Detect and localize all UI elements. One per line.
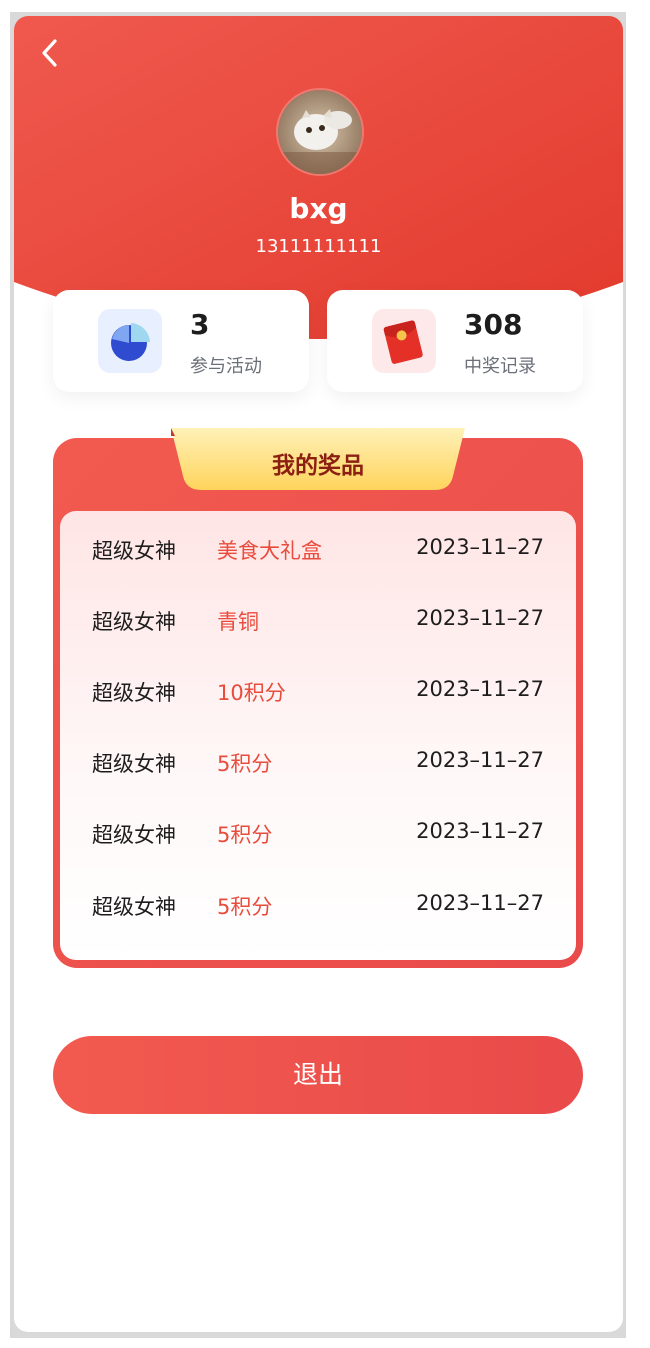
prize-date: 2023–11–27 [416,677,544,701]
prize-title: 我的奖品 [272,453,364,479]
prize-date: 2023–11–27 [416,535,544,559]
prize-name: 10积分 [217,681,286,705]
prize-date: 2023–11–27 [416,819,544,843]
prize-source: 超级女神 [92,823,176,847]
username: bxg [289,192,348,225]
prize-name: 5积分 [217,823,273,847]
list-item: 超级女神 5积分 2023–11–27 [60,742,576,782]
prize-source: 超级女神 [92,752,176,776]
list-item: 超级女神 5积分 2023–11–27 [60,885,576,925]
prize-panel: 我的奖品 超级女神 美食大礼盒 2023–11–27 超级女神 青铜 2023–… [53,428,583,968]
avatar [276,88,364,176]
prize-source: 超级女神 [92,895,176,919]
prize-source: 超级女神 [92,539,176,563]
prize-name: 青铜 [217,610,259,634]
red-envelope-icon [372,309,436,373]
wins-label: 中奖记录 [464,356,536,377]
prize-source: 超级女神 [92,681,176,705]
logout-button[interactable]: 退出 [53,1036,583,1114]
activities-label: 参与活动 [190,356,262,377]
prize-name: 5积分 [217,752,273,776]
list-item: 超级女神 青铜 2023–11–27 [60,600,576,640]
prize-source: 超级女神 [92,610,176,634]
stat-card-wins[interactable]: 308 中奖记录 [327,290,583,392]
activities-count: 3 [190,308,210,341]
pie-chart-icon [98,309,162,373]
chevron-left-icon[interactable] [34,36,66,70]
prize-list: 超级女神 美食大礼盒 2023–11–27 超级女神 青铜 2023–11–27… [60,511,576,960]
app-screen: bxg 13111111111 3 参与活动 308 中奖记录 我的奖品 超级女… [14,16,623,1332]
list-item: 超级女神 美食大礼盒 2023–11–27 [60,529,576,569]
prize-date: 2023–11–27 [416,891,544,915]
prize-name: 5积分 [217,895,273,919]
wins-count: 308 [464,308,523,341]
list-item: 超级女神 5积分 2023–11–27 [60,813,576,853]
phone-number: 13111111111 [255,236,382,257]
stat-card-activities[interactable]: 3 参与活动 [53,290,309,392]
prize-date: 2023–11–27 [416,606,544,630]
prize-date: 2023–11–27 [416,748,544,772]
prize-name: 美食大礼盒 [217,539,322,563]
list-item: 超级女神 10积分 2023–11–27 [60,671,576,711]
